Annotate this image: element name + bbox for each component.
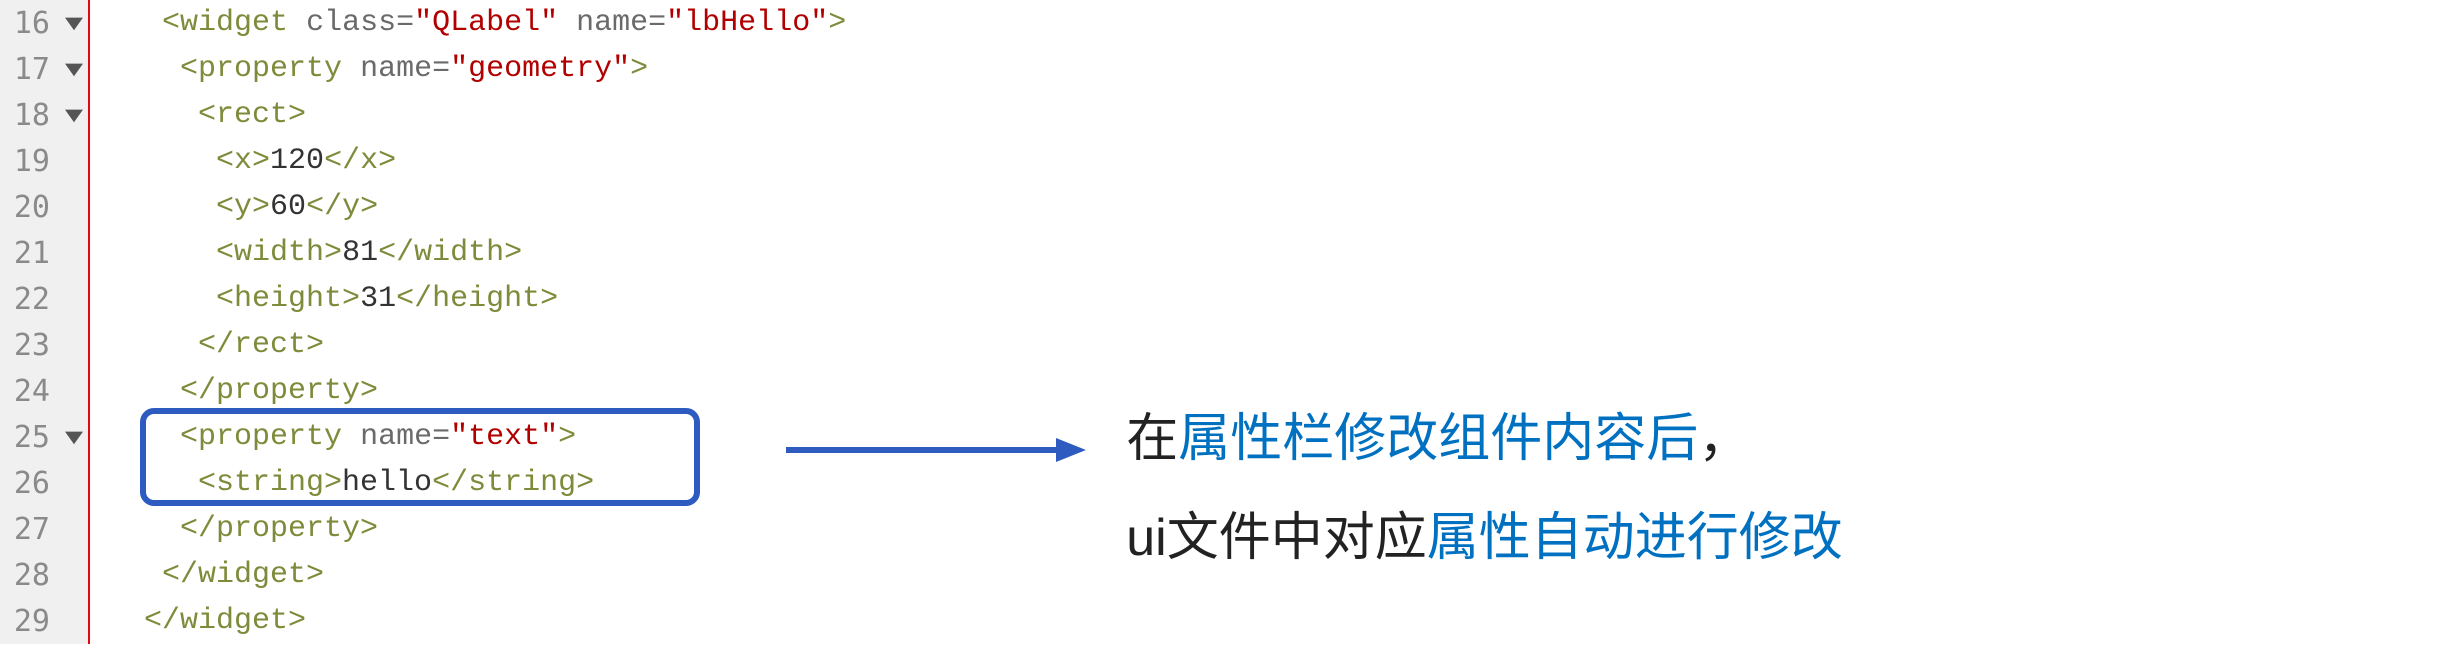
line-number: 26 xyxy=(0,466,60,501)
line-number: 21 xyxy=(0,236,60,271)
code-line: </rect> xyxy=(108,322,846,368)
code-line: <property name="text"> xyxy=(108,414,846,460)
code-line: </widget> xyxy=(108,552,846,598)
line-number: 20 xyxy=(0,190,60,225)
code-line: <string>hello</string> xyxy=(108,460,846,506)
code-line: <widget class="QLabel" name="lbHello"> xyxy=(108,0,846,46)
line-number: 25 xyxy=(0,420,60,455)
line-number: 18 xyxy=(0,98,60,133)
arrow-icon xyxy=(786,430,1086,470)
line-number: 16 xyxy=(0,6,60,41)
line-number: 29 xyxy=(0,604,60,639)
code-line: <height>31</height> xyxy=(108,276,846,322)
line-number: 23 xyxy=(0,328,60,363)
code-content[interactable]: <widget class="QLabel" name="lbHello"> <… xyxy=(90,0,846,644)
code-line: </property> xyxy=(108,506,846,552)
code-line: <rect> xyxy=(108,92,846,138)
code-line: </property> xyxy=(108,368,846,414)
code-line: <y>60</y> xyxy=(108,184,846,230)
code-line: </widget> xyxy=(108,598,846,644)
code-line: <x>120</x> xyxy=(108,138,846,184)
line-number: 28 xyxy=(0,558,60,593)
gutter: 16 17 18 19 20 21 22 23 24 25 26 27 28 2… xyxy=(0,0,90,644)
code-line: <property name="geometry"> xyxy=(108,46,846,92)
line-number: 22 xyxy=(0,282,60,317)
fold-icon[interactable] xyxy=(60,106,88,124)
fold-icon[interactable] xyxy=(60,428,88,446)
line-number: 19 xyxy=(0,144,60,179)
annotation-panel: 在属性栏修改组件内容后， ui文件中对应属性自动进行修改 xyxy=(846,0,2438,662)
fold-icon[interactable] xyxy=(60,14,88,32)
annotation-text: 在属性栏修改组件内容后， ui文件中对应属性自动进行修改 xyxy=(1126,390,1843,588)
code-editor[interactable]: 16 17 18 19 20 21 22 23 24 25 26 27 28 2… xyxy=(0,0,846,662)
line-number: 27 xyxy=(0,512,60,547)
code-line: <width>81</width> xyxy=(108,230,846,276)
fold-icon[interactable] xyxy=(60,60,88,78)
line-number: 17 xyxy=(0,52,60,87)
line-number: 24 xyxy=(0,374,60,409)
